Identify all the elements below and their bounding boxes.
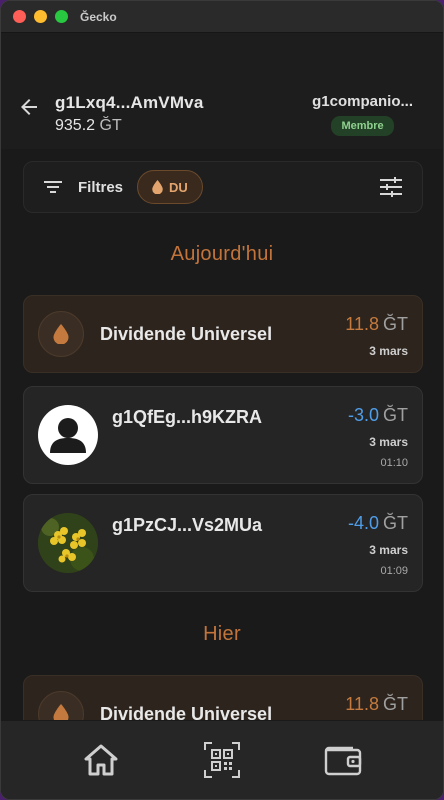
nav-home-button[interactable] xyxy=(79,738,123,782)
transaction-amount: 11.8 ĞT xyxy=(345,314,408,334)
section-label-yesterday: Hier xyxy=(203,623,241,645)
home-icon xyxy=(84,744,118,776)
transaction-amount: -3.0 ĞT xyxy=(347,405,408,425)
transaction-history[interactable]: Filtres DU Aujourd'hui Dividende Univers… xyxy=(1,149,443,720)
transaction-amount: -4.0 ĞT xyxy=(347,513,408,533)
list-item[interactable]: Dividende Universel 11.8 ĞT xyxy=(23,675,423,720)
minimize-window-button[interactable] xyxy=(34,10,47,23)
app-window: Ğecko g1Lxq4...AmVMva 935.2 ĞT g1compani… xyxy=(0,0,444,800)
account-name[interactable]: g1companio... xyxy=(312,93,413,110)
flower-photo xyxy=(38,513,98,573)
transaction-title: Dividende Universel xyxy=(100,704,273,720)
back-arrow-icon[interactable] xyxy=(17,95,41,119)
transaction-time: 01:09 xyxy=(380,565,408,577)
transaction-date: 3 mars xyxy=(369,543,408,557)
dividend-icon-circle xyxy=(38,691,84,720)
transaction-title: g1PzCJ...Vs2MUa xyxy=(112,515,263,535)
transaction-date: 3 mars xyxy=(369,344,408,358)
filter-icon[interactable] xyxy=(44,180,62,194)
dividend-icon-circle xyxy=(38,311,84,357)
drop-icon xyxy=(152,180,163,194)
balance-value: 935.2 xyxy=(55,117,96,134)
transaction-title: g1QfEg...h9KZRA xyxy=(112,407,263,427)
qr-code-icon xyxy=(203,742,240,778)
filter-bar: Filtres DU xyxy=(23,161,423,213)
nav-wallet-button[interactable] xyxy=(321,738,365,782)
tune-icon[interactable] xyxy=(380,177,402,197)
transaction-date: 3 mars xyxy=(369,435,408,449)
close-window-button[interactable] xyxy=(13,10,26,23)
title-bar: Ğecko xyxy=(1,1,443,33)
nav-scan-button[interactable] xyxy=(200,738,244,782)
list-item[interactable]: g1PzCJ...Vs2MUa -4.0 ĞT 3 mars 01:09 xyxy=(23,494,423,592)
window-title: Ğecko xyxy=(80,9,117,24)
list-item[interactable]: g1QfEg...h9KZRA -3.0 ĞT 3 mars 01:10 xyxy=(23,386,423,484)
filter-chip-du[interactable]: DU xyxy=(137,170,203,204)
transaction-title: Dividende Universel xyxy=(100,324,273,344)
filter-label[interactable]: Filtres xyxy=(78,179,123,196)
filter-chip-label: DU xyxy=(169,179,188,195)
drop-icon xyxy=(53,704,69,720)
list-item[interactable]: Dividende Universel 11.8 ĞT 3 mars xyxy=(23,295,423,373)
maximize-window-button[interactable] xyxy=(55,10,68,23)
wallet-icon xyxy=(324,746,361,776)
drop-icon xyxy=(53,324,69,344)
section-label-today: Aujourd'hui xyxy=(170,243,274,265)
wallet-header: g1Lxq4...AmVMva 935.2 ĞT g1companio... M… xyxy=(1,77,443,149)
transaction-time: 01:10 xyxy=(380,457,408,469)
person-icon xyxy=(38,405,98,465)
balance-unit: ĞT xyxy=(99,117,122,134)
transaction-amount: 11.8 ĞT xyxy=(345,694,408,714)
status-badge: Membre xyxy=(331,116,394,136)
bottom-navigation xyxy=(1,720,443,799)
